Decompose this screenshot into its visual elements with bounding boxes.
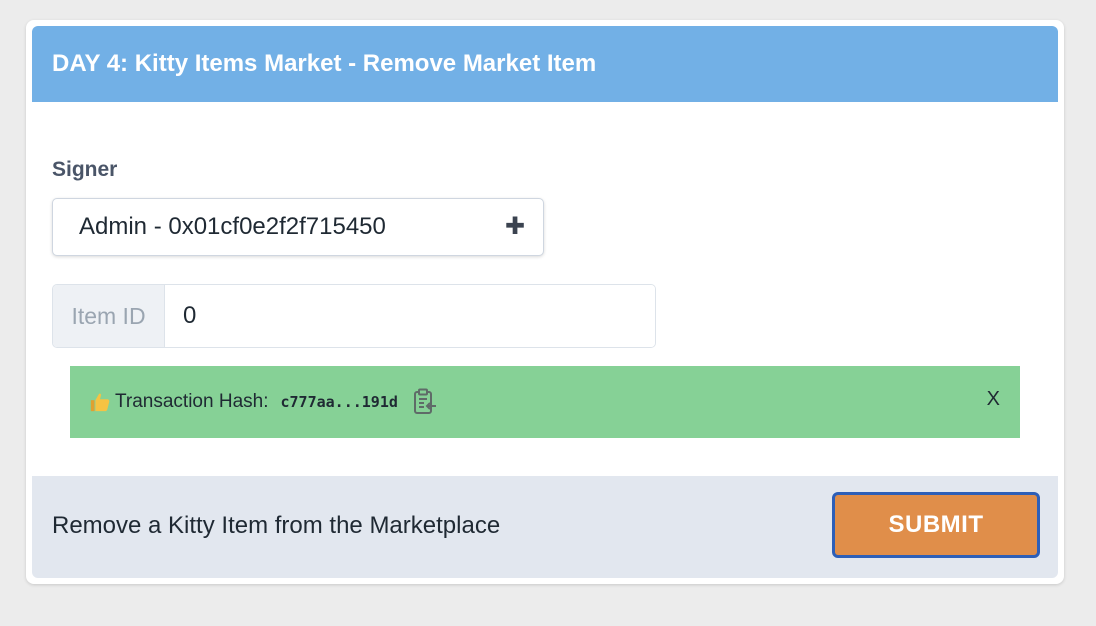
thumbs-up-icon — [88, 390, 112, 414]
signer-label: Signer — [52, 158, 118, 181]
transaction-card: DAY 4: Kitty Items Market - Remove Marke… — [26, 20, 1064, 584]
item-id-input[interactable] — [165, 285, 655, 347]
transaction-hash-label: Transaction Hash: — [115, 391, 269, 412]
card-title: DAY 4: Kitty Items Market - Remove Marke… — [52, 50, 597, 77]
signer-value: Admin - 0x01cf0e2f2f715450 — [79, 213, 386, 240]
transaction-hash-value: c777aa...191d — [280, 393, 398, 411]
card-footer: Remove a Kitty Item from the Marketplace… — [32, 476, 1058, 578]
submit-button[interactable]: SUBMIT — [832, 492, 1040, 558]
clipboard-icon[interactable] — [412, 388, 438, 416]
item-id-label: Item ID — [53, 285, 165, 347]
plus-icon[interactable]: ✚ — [505, 215, 525, 239]
item-id-field-group: Item ID — [52, 284, 656, 348]
footer-description: Remove a Kitty Item from the Marketplace — [52, 512, 501, 539]
transaction-alert: Transaction Hash: c777aa...191d X — [70, 366, 1020, 438]
alert-close-button[interactable]: X — [987, 388, 1000, 411]
card-header: DAY 4: Kitty Items Market - Remove Marke… — [32, 26, 1058, 102]
signer-select[interactable]: Admin - 0x01cf0e2f2f715450 ✚ — [52, 198, 544, 256]
